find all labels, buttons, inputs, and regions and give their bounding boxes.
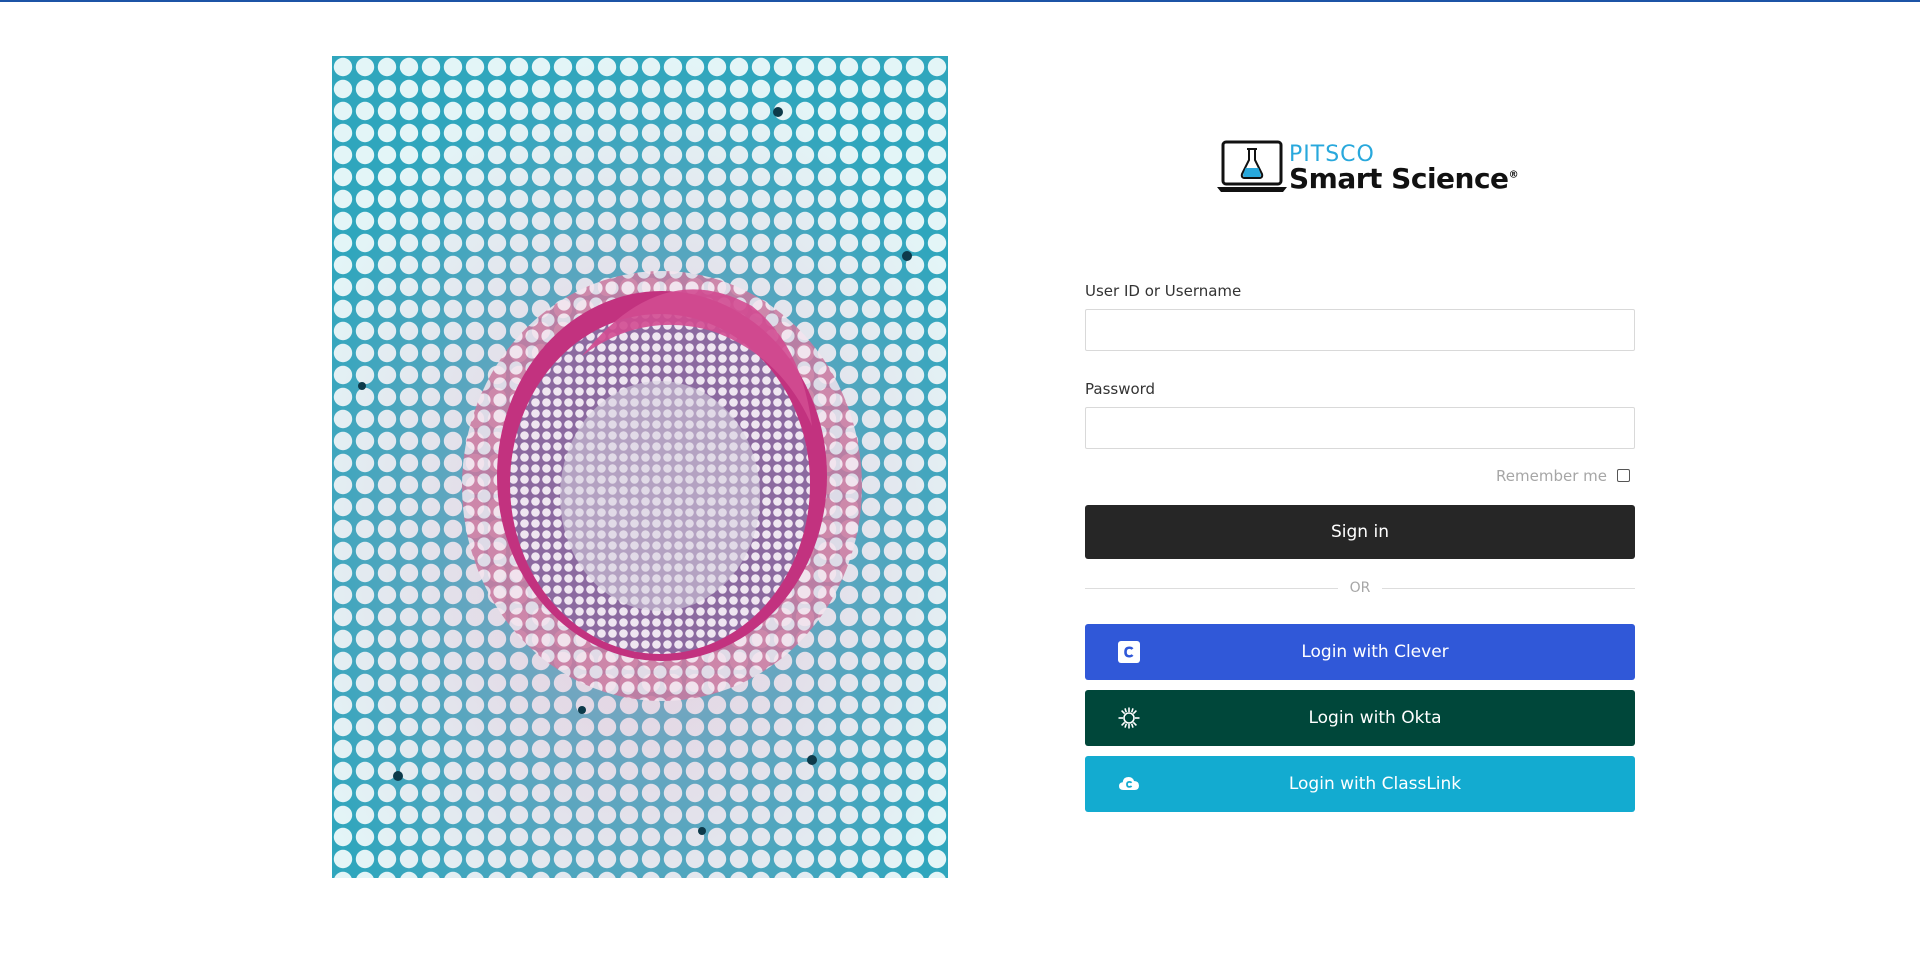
username-input[interactable] xyxy=(1085,309,1635,351)
login-clever-label: Login with Clever xyxy=(1301,642,1449,662)
remember-me-checkbox[interactable] xyxy=(1617,469,1630,482)
pitsco-smart-science-logo: PITSCO Smart Science® xyxy=(1217,140,1519,206)
login-classlink-label: Login with ClassLink xyxy=(1288,774,1462,794)
login-okta-button[interactable]: Login with Okta xyxy=(1085,690,1635,746)
password-input[interactable] xyxy=(1085,407,1635,449)
password-label: Password xyxy=(1085,380,1156,398)
laptop-flask-icon xyxy=(1217,140,1287,192)
login-classlink-button[interactable]: Login with ClassLink xyxy=(1085,756,1635,812)
or-divider: OR xyxy=(1085,580,1635,596)
login-clever-button[interactable]: Login with Clever xyxy=(1085,624,1635,680)
top-accent-bar xyxy=(0,0,1920,2)
registered-mark: ® xyxy=(1508,169,1519,181)
remember-me: Remember me xyxy=(1435,466,1635,486)
login-okta-label: Login with Okta xyxy=(1308,708,1442,728)
divider-text: OR xyxy=(1349,580,1371,596)
remember-me-label: Remember me xyxy=(1496,467,1607,485)
hero-image xyxy=(332,56,948,878)
sign-in-button[interactable]: Sign in xyxy=(1085,505,1635,559)
brand-product: Smart Science® xyxy=(1289,162,1519,195)
username-label: User ID or Username xyxy=(1085,282,1242,300)
